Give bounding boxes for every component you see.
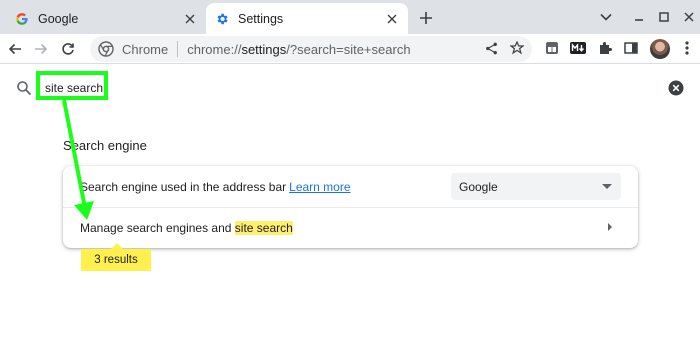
tab-strip: Google Settings bbox=[0, 0, 700, 34]
address-bar[interactable]: Chrome chrome://settings/?search=site+se… bbox=[90, 36, 532, 62]
clear-search-icon[interactable] bbox=[668, 80, 684, 96]
close-tab-icon[interactable] bbox=[384, 11, 400, 27]
side-panel-icon[interactable] bbox=[622, 39, 640, 57]
forward-arrow-icon[interactable] bbox=[30, 38, 52, 60]
share-icon[interactable] bbox=[482, 39, 500, 57]
browser-toolbar: Chrome chrome://settings/?search=site+se… bbox=[0, 34, 700, 64]
settings-gear-icon bbox=[214, 11, 230, 27]
site-label: Chrome bbox=[122, 41, 169, 57]
minimize-icon[interactable] bbox=[630, 8, 648, 26]
address-bar-engine-row: Search engine used in the address bar Lea… bbox=[80, 180, 351, 194]
search-engine-select[interactable]: Google bbox=[451, 173, 621, 200]
manage-search-engines-row[interactable]: Manage search engines and site search bbox=[80, 221, 293, 235]
chevron-right-icon bbox=[608, 223, 612, 231]
tab-title: Google bbox=[38, 11, 79, 26]
url-host: settings bbox=[241, 41, 287, 57]
card-divider bbox=[63, 207, 638, 208]
extension-grid-icon[interactable] bbox=[543, 39, 561, 57]
tab-settings[interactable]: Settings bbox=[206, 3, 408, 34]
search-icon bbox=[17, 81, 32, 96]
chrome-logo-icon bbox=[98, 41, 114, 57]
learn-more-link[interactable]: Learn more bbox=[289, 180, 350, 194]
profile-avatar[interactable] bbox=[650, 39, 670, 59]
omnibox-divider bbox=[177, 41, 179, 57]
tab-title: Settings bbox=[238, 11, 284, 26]
close-tab-icon[interactable] bbox=[182, 11, 198, 27]
close-window-icon[interactable] bbox=[680, 8, 698, 26]
selected-engine: Google bbox=[459, 179, 498, 194]
google-icon bbox=[14, 11, 30, 27]
reload-icon[interactable] bbox=[57, 38, 79, 60]
section-title: Search engine bbox=[63, 138, 147, 153]
row-label: Manage search engines and bbox=[80, 221, 235, 235]
tab-google[interactable]: Google bbox=[6, 3, 206, 34]
annotation-highlight-box bbox=[36, 71, 108, 100]
url-text: chrome://settings/?search=site+search bbox=[187, 42, 410, 57]
dropdown-arrow-icon bbox=[602, 184, 612, 189]
back-arrow-icon[interactable] bbox=[4, 38, 26, 60]
bookmark-star-icon[interactable] bbox=[508, 39, 526, 57]
markdown-extension-icon[interactable] bbox=[569, 39, 587, 57]
url-scheme: chrome:// bbox=[187, 41, 242, 57]
new-tab-plus-icon[interactable] bbox=[416, 8, 436, 28]
search-engine-card: Search engine used in the address bar Lea… bbox=[63, 166, 638, 248]
results-count-bubble: 3 results bbox=[81, 249, 151, 271]
row-label: Search engine used in the address bar bbox=[80, 180, 287, 194]
url-path: /?search=site+search bbox=[286, 41, 411, 57]
kebab-menu-icon[interactable] bbox=[678, 39, 696, 57]
tab-search-chevron-icon[interactable] bbox=[597, 8, 615, 26]
search-match-highlight: site search bbox=[234, 221, 293, 235]
extensions-puzzle-icon[interactable] bbox=[596, 39, 614, 57]
maximize-icon[interactable] bbox=[655, 8, 673, 26]
